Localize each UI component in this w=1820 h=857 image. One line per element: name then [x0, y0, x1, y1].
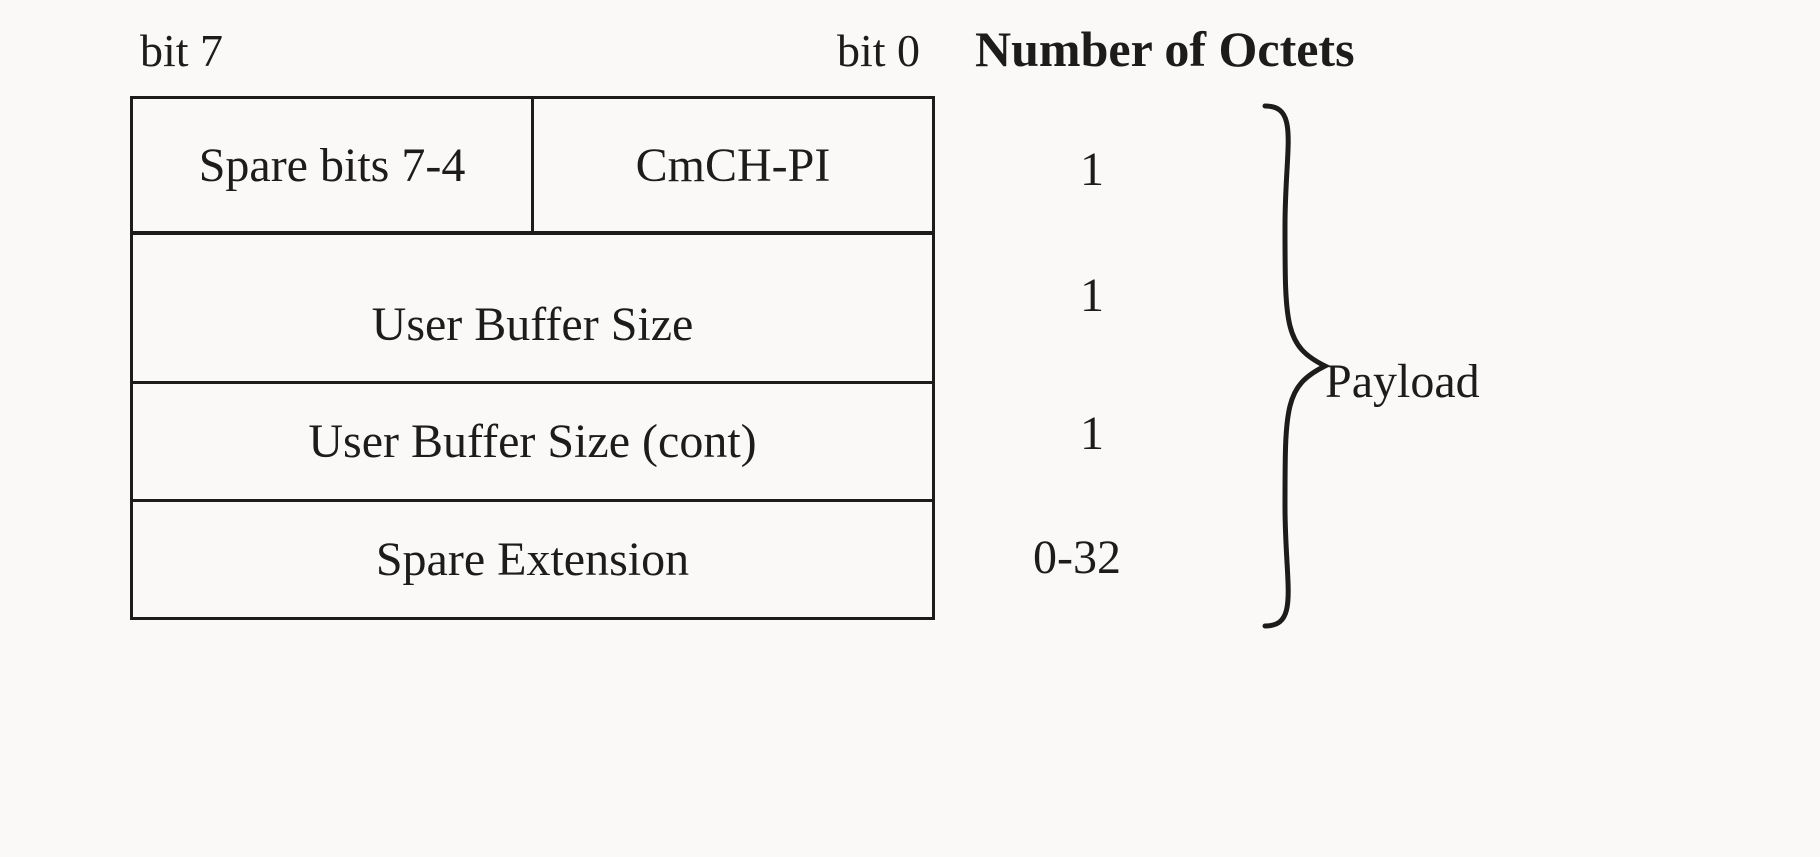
cell-user-buffer-size-cont: User Buffer Size (cont) [308, 414, 756, 469]
brace-column: Payload [1245, 96, 1365, 620]
table-row: Spare Extension [133, 499, 932, 617]
num-octets-title: Number of Octets [975, 20, 1355, 78]
table-row: User Buffer Size [133, 231, 932, 381]
cell-spare-extension: Spare Extension [376, 532, 689, 587]
bit7-label: bit 7 [140, 24, 490, 77]
cell-spare-bits: Spare bits 7-4 [133, 99, 534, 231]
octets-column: 1 1 1 0-32 [985, 96, 1245, 620]
payload-label: Payload [1325, 354, 1480, 409]
bit0-label: bit 0 [490, 24, 920, 77]
diagram-container: bit 7 bit 0 Number of Octets Spare bits … [130, 20, 1690, 620]
table-row: Spare bits 7-4 CmCH-PI [133, 99, 932, 231]
cell-cmch-pi: CmCH-PI [534, 99, 932, 231]
table-row: User Buffer Size (cont) [133, 381, 932, 499]
octet-count: 0-32 [1033, 530, 1121, 585]
octet-count: 1 [1080, 142, 1104, 197]
octet-count: 1 [1080, 406, 1104, 461]
header-row: bit 7 bit 0 Number of Octets [130, 20, 1690, 78]
cell-user-buffer-size: User Buffer Size [372, 297, 694, 352]
main-row: Spare bits 7-4 CmCH-PI User Buffer Size … [130, 96, 1690, 620]
payload-table: Spare bits 7-4 CmCH-PI User Buffer Size … [130, 96, 935, 620]
octet-count: 1 [1080, 268, 1104, 323]
